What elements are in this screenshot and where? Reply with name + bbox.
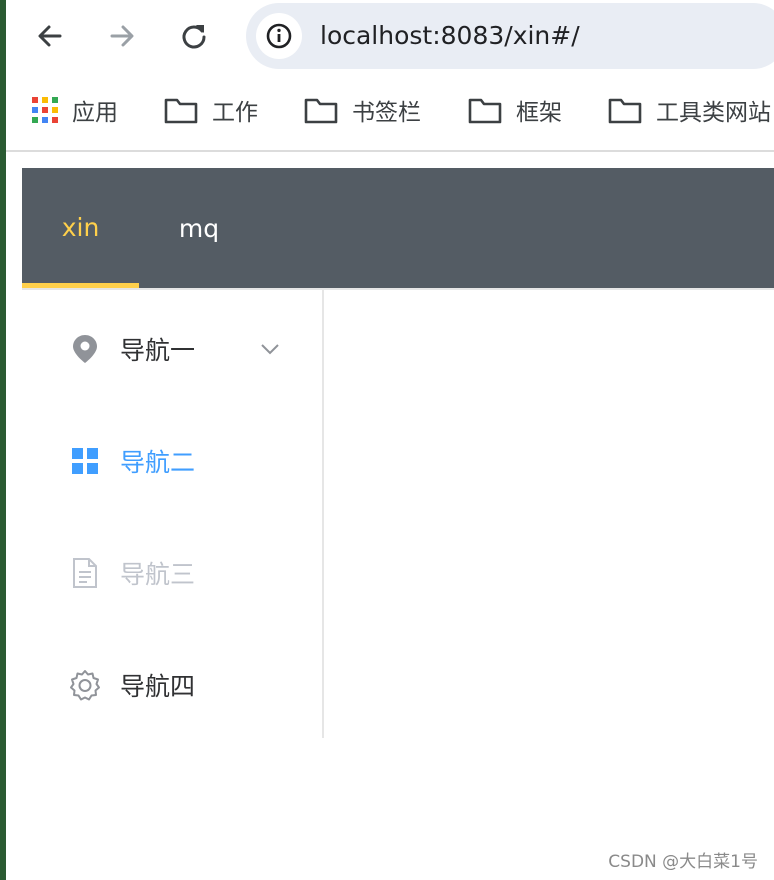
bookmark-label: 书签栏 <box>352 100 421 126</box>
address-bar[interactable]: localhost:8083/xin#/ <box>246 3 774 69</box>
menu-grid-icon <box>68 444 102 478</box>
apps-grid-icon <box>32 97 58 123</box>
tab-mq[interactable]: mq <box>139 168 259 288</box>
menu-item-label: 导航三 <box>120 560 196 589</box>
folder-icon <box>164 98 198 124</box>
site-info-button[interactable] <box>256 13 302 59</box>
menu-item-label: 导航四 <box>120 672 196 701</box>
menu-item-nav-one[interactable]: 导航一 <box>22 293 322 405</box>
bookmark-folder-tools[interactable]: 工具类网站 <box>608 94 771 126</box>
forward-button[interactable] <box>102 16 142 56</box>
bookmark-label: 工作 <box>212 100 258 126</box>
info-icon <box>266 23 292 49</box>
forward-arrow-icon <box>110 25 134 47</box>
document-icon <box>68 556 102 590</box>
watermark: CSDN @大白菜1号 <box>608 852 758 872</box>
bookmark-label: 框架 <box>516 100 562 126</box>
bookmark-apps[interactable]: 应用 <box>32 94 118 126</box>
bookmarks-bar: 应用 工作 书签栏 框架 工具类网站 <box>6 72 774 152</box>
url-text[interactable]: localhost:8083/xin#/ <box>320 20 580 52</box>
tab-label: mq <box>178 213 220 243</box>
setting-icon <box>68 668 102 702</box>
menu-item-label: 导航二 <box>120 448 196 477</box>
back-button[interactable] <box>30 16 70 56</box>
chevron-down-icon <box>261 344 279 355</box>
bookmark-folder-work[interactable]: 工作 <box>164 94 258 126</box>
bookmark-label: 工具类网站 <box>656 100 771 126</box>
folder-icon <box>304 98 338 124</box>
top-menu: xin mq <box>22 168 774 288</box>
reload-icon <box>182 25 206 49</box>
side-menu: 导航一 导航二 导航三 导航四 <box>22 290 324 738</box>
browser-window: localhost:8083/xin#/ 应用 工作 书签栏 框架 工具类网站 … <box>0 0 774 880</box>
bookmark-folder-bookmarks[interactable]: 书签栏 <box>304 94 421 126</box>
menu-item-nav-two[interactable]: 导航二 <box>22 405 322 517</box>
menu-item-nav-three[interactable]: 导航三 <box>22 517 322 629</box>
back-arrow-icon <box>38 25 62 47</box>
bookmark-folder-frameworks[interactable]: 框架 <box>468 94 562 126</box>
menu-item-label: 导航一 <box>120 336 196 365</box>
location-icon <box>68 332 102 366</box>
browser-toolbar: localhost:8083/xin#/ <box>6 0 774 72</box>
bookmark-label: 应用 <box>72 100 118 126</box>
tab-xin[interactable]: xin <box>22 168 139 288</box>
menu-item-nav-four[interactable]: 导航四 <box>22 629 322 741</box>
folder-icon <box>468 98 502 124</box>
folder-icon <box>608 98 642 124</box>
tab-label: xin <box>61 213 100 242</box>
reload-button[interactable] <box>174 16 214 56</box>
